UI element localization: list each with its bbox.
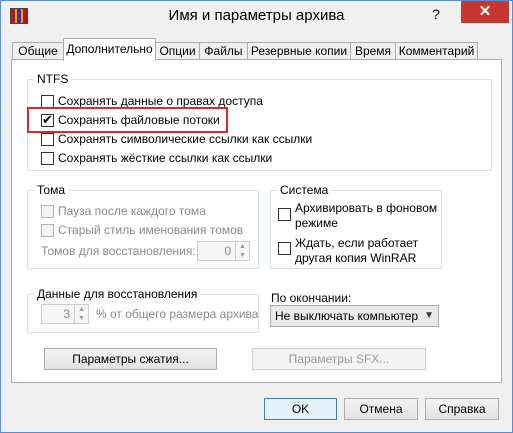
help-question-button[interactable]: ? [423,4,449,24]
checkbox-label: Старый стиль именования томов [58,223,244,237]
system-legend: Система [277,183,332,197]
checkbox-box[interactable] [278,242,291,255]
tab-backup[interactable]: Резервные копии [247,42,351,60]
checkbox-box[interactable] [41,132,54,146]
tab-strip: Общие Дополнительно Опции Файлы Резервны… [1,38,512,61]
checkbox-box[interactable] [41,94,54,108]
old-volume-naming-checkbox[interactable]: Старый стиль именования томов [41,223,243,237]
checkbox-box[interactable] [278,208,291,221]
spinner-arrows-icon[interactable]: ▲ ▼ [235,242,249,260]
chevron-down-icon: ▼ [424,310,434,321]
recovery-volumes-label: Томов для восстановления: [41,244,196,258]
compression-params-button[interactable]: Параметры сжатия... [44,348,217,370]
spinner-arrows-icon[interactable]: ▲ ▼ [74,305,88,323]
recovery-percent-suffix: % от общего размера архива [96,307,259,321]
tab-advanced[interactable]: Дополнительно [63,38,156,61]
highlight-annotation [27,107,228,133]
spinner-value: 0 [224,244,231,258]
title-bar: Имя и параметры архива ? ✕ [1,1,512,32]
on-finish-select[interactable]: Не выключать компьютер ▼ [270,305,439,327]
recovery-legend: Данные для восстановления [34,287,201,301]
spinner-value: 3 [63,307,70,321]
recovery-percent-spinner[interactable]: 3 ▲ ▼ [41,304,89,324]
on-finish-label: По окончании: [271,291,352,305]
checkbox-box[interactable] [41,204,54,218]
checkbox-label: Ждать, если работает другая копия WinRAR [295,236,419,265]
ntfs-legend: NTFS [34,72,72,86]
select-value: Не выключать компьютер [275,309,419,323]
tab-general[interactable]: Общие [12,42,64,60]
checkbox-label: Сохранять данные о правах доступа [58,94,263,108]
checkbox-box[interactable] [41,223,54,237]
keep-hardlinks-checkbox[interactable]: Сохранять жёсткие ссылки как ссылки [41,151,272,165]
checkbox-label: Архивировать в фоновом режиме [295,201,438,230]
tab-options[interactable]: Опции [155,42,200,60]
keep-permissions-checkbox[interactable]: Сохранять данные о правах доступа [41,94,263,108]
ok-button[interactable]: OK [264,398,337,420]
keep-symlinks-checkbox[interactable]: Сохранять символические ссылки как ссылк… [41,132,312,146]
pause-after-volume-checkbox[interactable]: Пауза после каждого тома [41,204,206,218]
checkbox-box[interactable] [41,151,54,165]
background-archiving-checkbox[interactable]: Архивировать в фоновом режиме [278,201,437,231]
volumes-legend: Тома [34,183,68,197]
tab-files[interactable]: Файлы [199,42,248,60]
recovery-volumes-spinner[interactable]: 0 ▲ ▼ [197,241,250,261]
cancel-button[interactable]: Отмена [344,398,418,420]
help-button[interactable]: Справка [425,398,499,420]
sfx-params-button[interactable]: Параметры SFX... [252,348,426,370]
tab-time[interactable]: Время [350,42,396,60]
checkbox-label: Сохранять жёсткие ссылки как ссылки [58,151,273,165]
checkbox-label: Пауза после каждого тома [58,204,206,218]
close-button[interactable]: ✕ [461,1,509,23]
tab-comment[interactable]: Комментарий [395,42,478,60]
checkbox-label: Сохранять символические ссылки как ссылк… [58,132,313,146]
archive-options-dialog: Имя и параметры архива ? ✕ Общие Дополни… [0,0,513,433]
wait-other-winrar-checkbox[interactable]: Ждать, если работает другая копия WinRAR [278,236,418,266]
